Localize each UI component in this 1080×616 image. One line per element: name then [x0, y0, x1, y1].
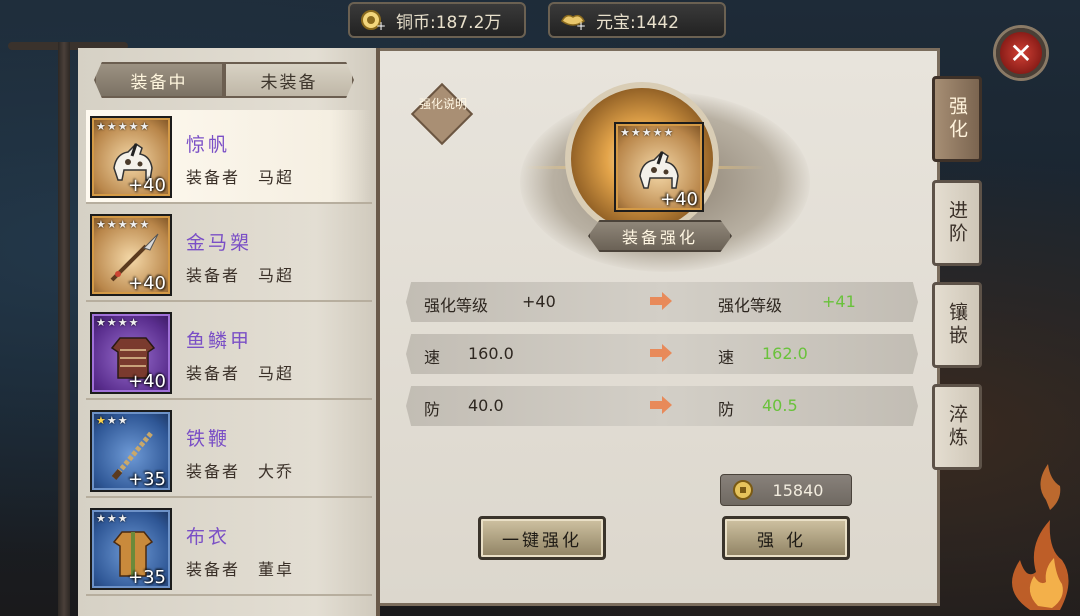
stat-label-after: 防: [718, 400, 735, 419]
tab-inlay[interactable]: 镶嵌: [932, 282, 982, 368]
owner-label: 装备者: [186, 168, 241, 187]
silver-stars: ★★: [106, 414, 129, 427]
stat-value-before: +40: [522, 292, 556, 311]
item-icon-frame: ★★★ +35: [90, 508, 172, 590]
item-icon-frame: ★★★★★ +40: [614, 122, 704, 212]
item-name: 铁鞭: [186, 428, 231, 450]
tab-enhance[interactable]: 强化: [932, 76, 982, 162]
star-rating: ★★★★★: [96, 120, 151, 133]
owner-name: 马超: [258, 364, 295, 383]
stat-label-after: 速: [718, 348, 735, 367]
star-rating: ★★★★★: [620, 126, 675, 139]
enhance-level: +35: [128, 567, 166, 588]
auto-enhance-button[interactable]: 一键强化: [478, 516, 606, 560]
enhance-level: +40: [660, 189, 698, 210]
item-owner: 装备者 大乔: [186, 458, 294, 482]
tab-advance[interactable]: 进阶: [932, 180, 982, 266]
ingot-plus-icon[interactable]: +: [560, 9, 586, 31]
tab-equipped[interactable]: 装备中: [94, 62, 224, 98]
list-item-tiebian[interactable]: ★★★ +35 铁鞭 装备者 大乔: [86, 404, 372, 498]
stat-value-after: +41: [822, 292, 856, 311]
item-name: 布衣: [186, 526, 231, 548]
stat-row-speed: 速 160.0 速 162.0: [406, 334, 918, 374]
item-icon-frame: ★★★★★ +40: [90, 214, 172, 296]
coin-plus-icon[interactable]: +: [360, 9, 386, 31]
list-item-jingfan[interactable]: ★★★★★ +40 惊帆 装备者 马超: [86, 110, 372, 204]
tab-refine[interactable]: 淬炼: [932, 384, 982, 470]
close-button[interactable]: ✕: [996, 28, 1046, 78]
arrow-right-icon: [650, 396, 672, 414]
list-item-yulinjia[interactable]: ★★★★ +40 鱼鳞甲 装备者 马超: [86, 306, 372, 400]
item-name: 鱼鳞甲: [186, 330, 253, 352]
owner-name: 董卓: [258, 560, 295, 579]
owner-name: 大乔: [258, 462, 295, 481]
item-icon-frame: ★★★★ +40: [90, 312, 172, 394]
list-item-jinmashuo[interactable]: ★★★★★ +40 金马槊 装备者 马超: [86, 208, 372, 302]
game-screen: + 铜币:187.2万 + 元宝:1442 装备中 未装备 ★★★★★ +40 …: [0, 0, 1080, 616]
item-name: 金马槊: [186, 232, 253, 254]
enhance-level: +40: [128, 371, 166, 392]
gold-amount: 元宝:1442: [596, 12, 679, 33]
coin-icon: [733, 480, 753, 500]
close-icon: ✕: [1009, 36, 1033, 70]
star-rating: ★★★: [96, 414, 129, 427]
help-label[interactable]: 强化说明: [418, 96, 468, 113]
stat-value-before: 160.0: [468, 344, 514, 363]
item-owner: 装备者 马超: [186, 262, 294, 286]
list-item-buyi[interactable]: ★★★ +35 布衣 装备者 董卓: [86, 502, 372, 596]
stat-row-level: 强化等级 +40 强化等级 +41: [406, 282, 918, 322]
stat-label-before: 速: [424, 348, 441, 367]
equipment-list-panel: 装备中 未装备 ★★★★★ +40 惊帆 装备者 马超 ★★★★★ +40 金马槊…: [78, 48, 380, 616]
star-rating: ★★★: [96, 512, 129, 525]
arrow-right-icon: [650, 292, 672, 310]
stat-value-after: 162.0: [762, 344, 808, 363]
item-owner: 装备者 马超: [186, 164, 294, 188]
stat-label-before: 强化等级: [424, 296, 489, 315]
item-icon-frame: ★★★★★ +40: [90, 116, 172, 198]
coin-amount: 铜币:187.2万: [396, 12, 502, 33]
item-name: 惊帆: [186, 134, 231, 156]
tab-label: 进阶: [946, 200, 968, 246]
enhance-title: 装备强化: [588, 220, 732, 252]
cost-amount: 15840: [772, 480, 824, 500]
svg-text:+: +: [576, 19, 586, 31]
owner-label: 装备者: [186, 266, 241, 285]
gold-balance: + 元宝:1442: [548, 2, 726, 38]
star-rating: ★★★★★: [96, 218, 151, 231]
stat-value-after: 40.5: [762, 396, 798, 415]
enhance-level: +40: [128, 175, 166, 196]
tab-label: 强化: [946, 96, 968, 142]
owner-name: 马超: [258, 266, 295, 285]
star-rating: ★★★★: [96, 316, 140, 329]
owner-label: 装备者: [186, 462, 241, 481]
owner-name: 马超: [258, 168, 295, 187]
stat-label-before: 防: [424, 400, 441, 419]
stat-label-after: 强化等级: [718, 296, 783, 315]
owner-label: 装备者: [186, 364, 241, 383]
stat-row-defense: 防 40.0 防 40.5: [406, 386, 918, 426]
arrow-right-icon: [650, 344, 672, 362]
horse-icon: [639, 151, 679, 189]
item-owner: 装备者 董卓: [186, 556, 294, 580]
tab-label: 淬炼: [946, 404, 968, 450]
owner-label: 装备者: [186, 560, 241, 579]
tab-label: 镶嵌: [946, 302, 968, 348]
flame-decoration: [1012, 464, 1069, 610]
gold-star: ★: [96, 414, 107, 427]
tab-unequipped[interactable]: 未装备: [224, 62, 354, 98]
enhance-level: +35: [128, 469, 166, 490]
enhance-level: +40: [128, 273, 166, 294]
stat-value-before: 40.0: [468, 396, 504, 415]
item-owner: 装备者 马超: [186, 360, 294, 384]
svg-text:+: +: [376, 19, 386, 31]
scroll-rod: [58, 42, 70, 616]
coin-balance: + 铜币:187.2万: [348, 2, 526, 38]
enhance-button[interactable]: 强化: [722, 516, 850, 560]
selected-item-icon: ★★★★★ +40: [614, 122, 704, 212]
item-icon-frame: ★★★ +35: [90, 410, 172, 492]
equip-filter-tabs: 装备中 未装备: [94, 62, 354, 98]
